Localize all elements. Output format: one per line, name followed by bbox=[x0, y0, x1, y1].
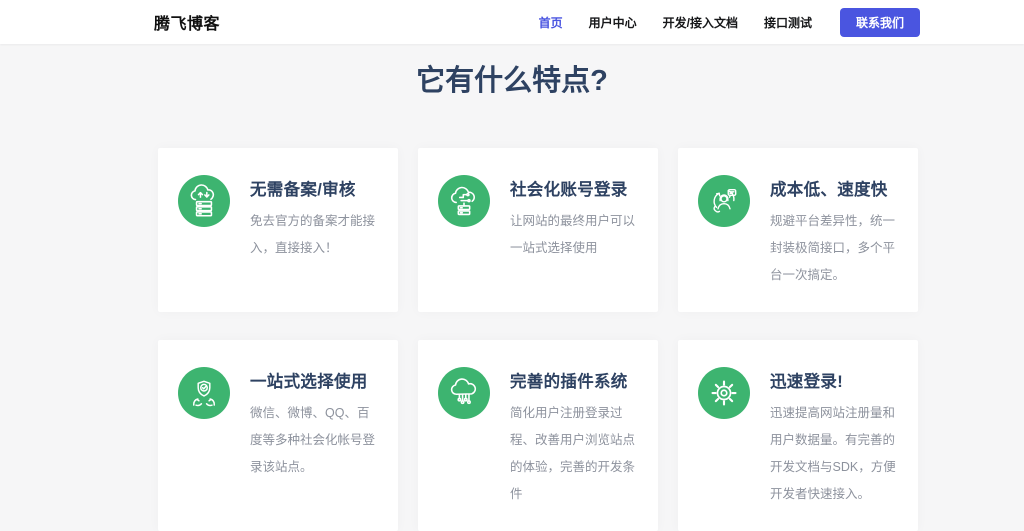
gear-icon bbox=[707, 376, 741, 410]
feature-card-low-cost: 成本低、速度快 规避平台差异性，统一封装极简接口，多个平台一次搞定。 bbox=[678, 148, 918, 312]
feature-icon-circle bbox=[438, 175, 490, 227]
feature-desc: 免去官方的备案才能接入，直接接入！ bbox=[250, 208, 378, 262]
navbar-container: 腾飞博客 首页 用户中心 开发/接入文档 接口测试 联系我们 bbox=[154, 0, 920, 44]
feature-card-plugin-system: 完善的插件系统 简化用户注册登录过程、改善用户浏览站点的体验，完善的开发条件 bbox=[418, 340, 658, 531]
cloud-circuit-server-icon bbox=[447, 184, 481, 218]
feature-desc: 迅速提高网站注册量和用户数据量。有完善的开发文档与SDK，方便开发者快速接入。 bbox=[770, 400, 898, 508]
feature-text: 一站式选择使用 微信、微博、QQ、百度等多种社会化帐号登录该站点。 bbox=[250, 365, 378, 481]
feature-text: 迅速登录! 迅速提高网站注册量和用户数据量。有完善的开发文档与SDK，方便开发者… bbox=[770, 365, 898, 508]
customer-service-icon bbox=[707, 184, 741, 218]
feature-icon-circle bbox=[178, 175, 230, 227]
hands-shield-icon bbox=[187, 376, 221, 410]
feature-desc: 微信、微博、QQ、百度等多种社会化帐号登录该站点。 bbox=[250, 400, 378, 481]
nav-item-dev-docs[interactable]: 开发/接入文档 bbox=[663, 14, 738, 31]
section-title: 它有什么特点? bbox=[0, 57, 1024, 99]
feature-title: 完善的插件系统 bbox=[510, 368, 638, 392]
feature-icon-circle bbox=[178, 367, 230, 419]
main-nav: 首页 用户中心 开发/接入文档 接口测试 联系我们 bbox=[539, 8, 920, 37]
site-logo[interactable]: 腾飞博客 bbox=[154, 10, 220, 34]
feature-title: 一站式选择使用 bbox=[250, 368, 378, 392]
features-section: 它有什么特点? 无需备案/审核 免去官方的备案才能接入，直接接入！ bbox=[0, 57, 1024, 531]
feature-title: 迅速登录! bbox=[770, 368, 898, 392]
feature-title: 无需备案/审核 bbox=[250, 176, 378, 200]
feature-text: 社会化账号登录 让网站的最终用户可以一站式选择使用 bbox=[510, 173, 638, 262]
feature-icon-circle bbox=[438, 367, 490, 419]
feature-text: 成本低、速度快 规避平台差异性，统一封装极简接口，多个平台一次搞定。 bbox=[770, 173, 898, 289]
top-navbar: 腾飞博客 首页 用户中心 开发/接入文档 接口测试 联系我们 bbox=[0, 0, 1024, 44]
feature-desc: 简化用户注册登录过程、改善用户浏览站点的体验，完善的开发条件 bbox=[510, 400, 638, 508]
feature-text: 无需备案/审核 免去官方的备案才能接入，直接接入！ bbox=[250, 173, 378, 262]
cloud-server-icon bbox=[187, 184, 221, 218]
nav-item-user-center[interactable]: 用户中心 bbox=[589, 14, 637, 31]
feature-desc: 规避平台差异性，统一封装极简接口，多个平台一次搞定。 bbox=[770, 208, 898, 289]
feature-card-social-login: 社会化账号登录 让网站的最终用户可以一站式选择使用 bbox=[418, 148, 658, 312]
feature-icon-circle bbox=[698, 367, 750, 419]
feature-card-no-registration: 无需备案/审核 免去官方的备案才能接入，直接接入！ bbox=[158, 148, 398, 312]
feature-icon-circle bbox=[698, 175, 750, 227]
feature-desc: 让网站的最终用户可以一站式选择使用 bbox=[510, 208, 638, 262]
contact-us-button[interactable]: 联系我们 bbox=[840, 8, 920, 37]
feature-title: 成本低、速度快 bbox=[770, 176, 898, 200]
feature-title: 社会化账号登录 bbox=[510, 176, 638, 200]
cloud-plugin-icon bbox=[447, 376, 481, 410]
feature-card-quick-login: 迅速登录! 迅速提高网站注册量和用户数据量。有完善的开发文档与SDK，方便开发者… bbox=[678, 340, 918, 531]
nav-item-home[interactable]: 首页 bbox=[539, 14, 563, 31]
feature-card-one-stop: 一站式选择使用 微信、微博、QQ、百度等多种社会化帐号登录该站点。 bbox=[158, 340, 398, 531]
nav-item-api-test[interactable]: 接口测试 bbox=[764, 14, 812, 31]
feature-text: 完善的插件系统 简化用户注册登录过程、改善用户浏览站点的体验，完善的开发条件 bbox=[510, 365, 638, 508]
features-grid: 无需备案/审核 免去官方的备案才能接入，直接接入！ 社会化账号登录 让网站 bbox=[158, 148, 918, 531]
